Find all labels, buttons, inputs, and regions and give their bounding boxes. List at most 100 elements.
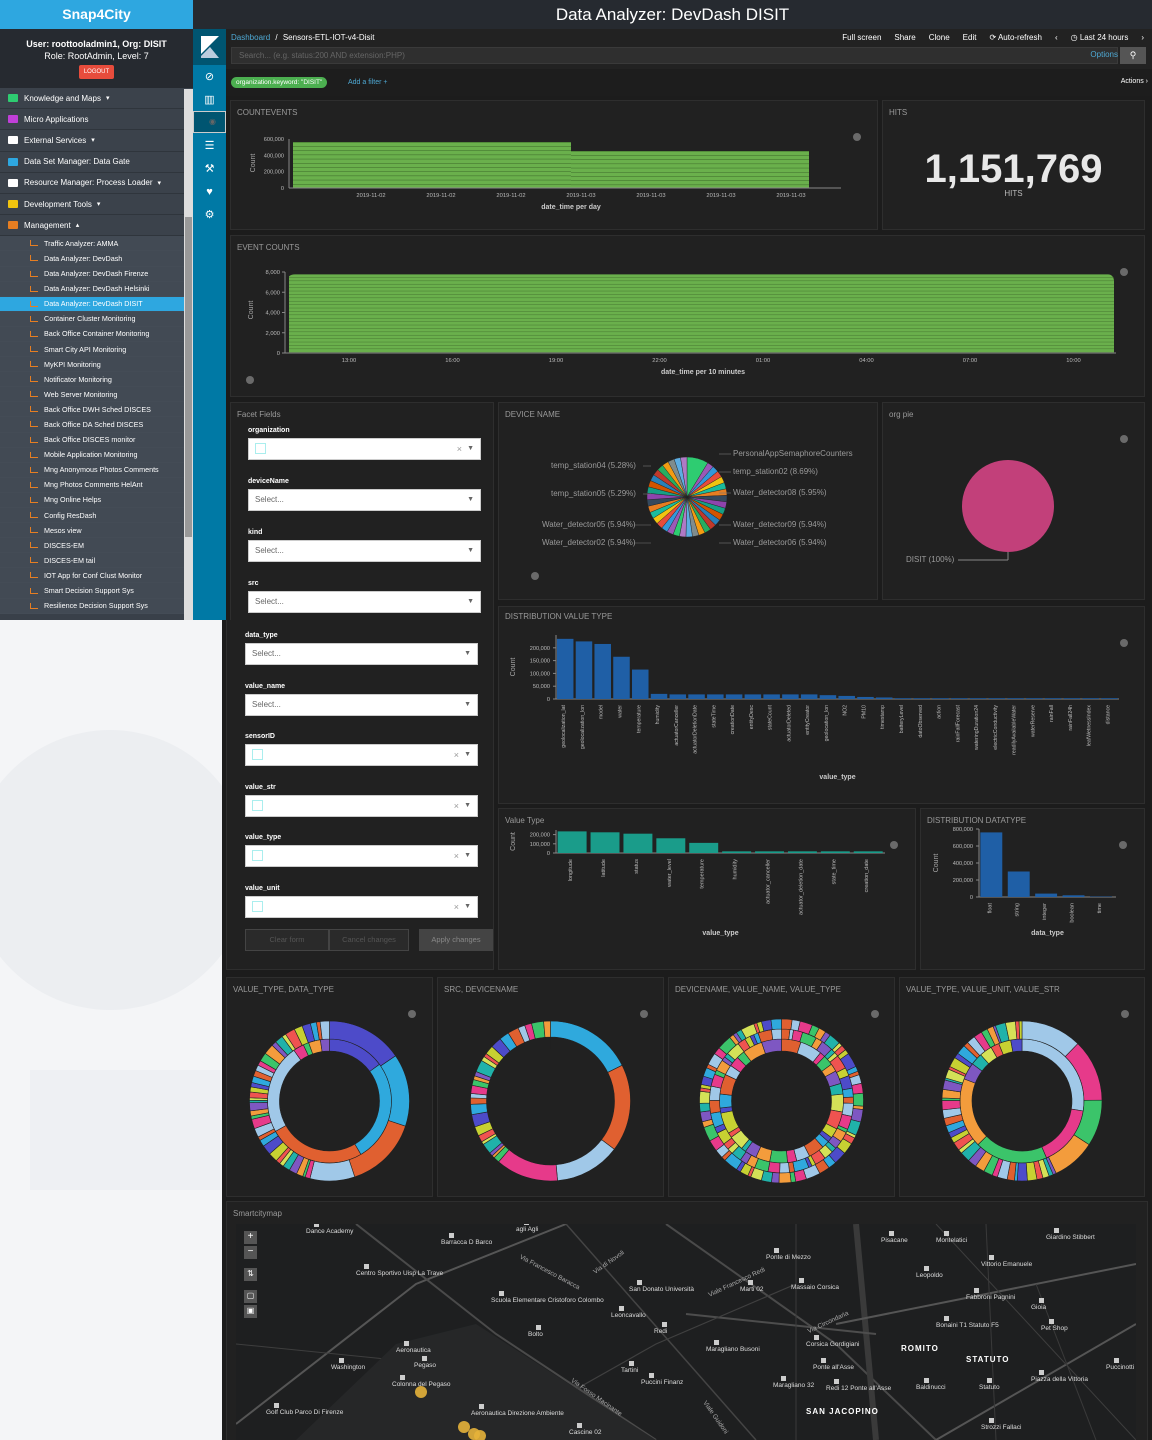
submenu-item[interactable]: Traffic Analyzer: AMMA bbox=[0, 236, 193, 252]
legend-toggle-icon[interactable] bbox=[1120, 639, 1128, 647]
brand-logo[interactable]: Snap4City bbox=[0, 0, 193, 29]
map-poi-label[interactable]: Marti 02 bbox=[740, 1286, 763, 1293]
sunburst-segment[interactable] bbox=[769, 1149, 788, 1164]
device-name-pie[interactable] bbox=[499, 403, 877, 599]
bar[interactable] bbox=[1007, 698, 1024, 699]
bar[interactable] bbox=[932, 698, 949, 699]
bus-stop-icon[interactable] bbox=[924, 1378, 929, 1383]
sunburst-segment[interactable] bbox=[719, 1093, 733, 1109]
zoom-in-button[interactable]: + bbox=[244, 1231, 257, 1244]
actions-menu[interactable]: Actions › bbox=[1121, 78, 1148, 85]
bar[interactable] bbox=[669, 694, 687, 699]
bar[interactable] bbox=[725, 694, 743, 699]
bar[interactable] bbox=[556, 638, 574, 699]
submenu-item[interactable]: Container Cluster Monitoring bbox=[0, 311, 193, 327]
bus-stop-icon[interactable] bbox=[799, 1278, 804, 1283]
sidebar-item[interactable]: Micro Applications bbox=[0, 109, 193, 131]
bus-stop-icon[interactable] bbox=[781, 1376, 786, 1381]
submenu-item[interactable]: Back Office DISCES monitor bbox=[0, 432, 193, 448]
bus-stop-icon[interactable] bbox=[1039, 1298, 1044, 1303]
bus-stop-icon[interactable] bbox=[714, 1340, 719, 1345]
sunburst-segment[interactable] bbox=[498, 1149, 558, 1182]
map-poi-label[interactable]: Bolto bbox=[528, 1331, 543, 1338]
submenu-item[interactable]: Data Analyzer: DevDash bbox=[0, 251, 193, 267]
dashboard-icon[interactable]: ◉ bbox=[193, 111, 226, 133]
heart-monitor-icon[interactable]: ♥ bbox=[193, 180, 226, 203]
bar[interactable] bbox=[782, 694, 799, 699]
options-link[interactable]: Options bbox=[1090, 50, 1118, 59]
sunburst-segment[interactable] bbox=[555, 1139, 615, 1182]
bar[interactable] bbox=[688, 694, 705, 699]
sunburst-segment[interactable] bbox=[1016, 1162, 1028, 1182]
clear-icon[interactable]: × bbox=[454, 745, 459, 765]
sunburst-segment[interactable] bbox=[550, 1020, 623, 1073]
facet-select[interactable]: × ▼ bbox=[245, 845, 478, 868]
legend-toggle-icon[interactable] bbox=[871, 1010, 879, 1018]
bus-stop-icon[interactable] bbox=[774, 1248, 779, 1253]
bar[interactable] bbox=[575, 641, 593, 699]
bus-stop-icon[interactable] bbox=[944, 1316, 949, 1321]
map-poi-label[interactable]: Colonna del Pegaso bbox=[392, 1381, 451, 1388]
map-poi-label[interactable]: Gioia bbox=[1031, 1304, 1046, 1311]
map-poi-label[interactable]: Maragliano Busoni bbox=[706, 1346, 760, 1353]
search-input[interactable]: Search... (e.g. status:200 AND extension… bbox=[231, 47, 1118, 64]
map-tool-icon[interactable]: ⇅ bbox=[244, 1268, 257, 1281]
area[interactable] bbox=[289, 274, 1114, 353]
map-poi-label[interactable]: Golf Club Parco Di Firenze bbox=[266, 1409, 343, 1416]
sunburst-segment[interactable] bbox=[771, 1028, 782, 1040]
sunburst-segment[interactable] bbox=[843, 1096, 854, 1104]
zoom-out-button[interactable]: − bbox=[244, 1246, 257, 1259]
map-poi-label[interactable]: Cascine 02 bbox=[569, 1429, 602, 1436]
bus-stop-icon[interactable] bbox=[314, 1224, 319, 1227]
map-poi-label[interactable]: Leoncavallo bbox=[611, 1312, 646, 1319]
submenu-item[interactable]: Back Office Container Monitoring bbox=[0, 326, 193, 342]
map-poi-label[interactable]: Leopoldo bbox=[916, 1272, 943, 1279]
sunburst-segment[interactable] bbox=[319, 1038, 330, 1052]
bar[interactable] bbox=[988, 698, 1006, 699]
bar[interactable] bbox=[1082, 698, 1099, 699]
legend-toggle-icon[interactable] bbox=[890, 841, 898, 849]
clear-icon[interactable]: × bbox=[454, 796, 459, 816]
cancel-button[interactable]: Cancel changes bbox=[329, 929, 409, 951]
logout-button[interactable]: LOGOUT bbox=[78, 65, 115, 79]
sunburst-segment[interactable] bbox=[543, 1020, 551, 1038]
apply-button[interactable]: Apply changes bbox=[419, 929, 493, 951]
bus-stop-icon[interactable] bbox=[422, 1356, 427, 1361]
bus-stop-icon[interactable] bbox=[924, 1266, 929, 1271]
bar[interactable] bbox=[951, 698, 968, 699]
map-poi-label[interactable]: Aeronautica bbox=[396, 1347, 431, 1354]
submenu-item[interactable]: Back Office DWH Sched DISCES bbox=[0, 402, 193, 418]
facet-select[interactable]: Select... ▼ bbox=[248, 489, 481, 511]
submenu-item[interactable]: Mng Photos Comments HelAnt bbox=[0, 477, 193, 493]
bus-stop-icon[interactable] bbox=[944, 1231, 949, 1236]
clear-button[interactable]: Clear form bbox=[245, 929, 329, 951]
bar[interactable] bbox=[800, 694, 818, 699]
bus-stop-icon[interactable] bbox=[619, 1306, 624, 1311]
bar[interactable] bbox=[894, 698, 912, 699]
sunburst-segment[interactable] bbox=[470, 1097, 487, 1105]
devtools-list-icon[interactable]: ☰ bbox=[193, 134, 226, 157]
bar[interactable] bbox=[632, 669, 649, 699]
legend-toggle-icon[interactable] bbox=[246, 376, 254, 384]
legend-toggle-icon[interactable] bbox=[1120, 435, 1128, 443]
bar[interactable] bbox=[1007, 871, 1030, 898]
submenu-item[interactable]: Data Analyzer: DevDash DISIT bbox=[0, 296, 193, 312]
map-poi-label[interactable]: Dance Academy bbox=[306, 1228, 353, 1235]
sunburst-chart[interactable] bbox=[438, 978, 663, 1196]
sidebar-scrollbar[interactable] bbox=[184, 89, 193, 620]
map-tool-icon[interactable]: ▣ bbox=[244, 1305, 257, 1318]
map-poi-label[interactable]: Pegaso bbox=[414, 1362, 436, 1369]
map-poi-label[interactable]: Bonaini T1 Statuto F5 bbox=[936, 1322, 999, 1329]
bar[interactable] bbox=[689, 842, 719, 853]
sunburst-segment[interactable] bbox=[699, 1102, 711, 1113]
bar[interactable] bbox=[853, 851, 883, 853]
map-tool-icon[interactable]: ▢ bbox=[244, 1290, 257, 1303]
bus-stop-icon[interactable] bbox=[479, 1404, 484, 1409]
submenu-item[interactable]: Notificator Monitoring bbox=[0, 372, 193, 388]
submenu-item[interactable]: Mng Anonymous Photos Comments bbox=[0, 462, 193, 478]
submenu-item[interactable]: MyKPI Monitoring bbox=[0, 357, 193, 373]
topnav-link[interactable]: Share bbox=[894, 33, 915, 42]
map-poi-label[interactable]: agli Agli bbox=[516, 1226, 538, 1233]
facet-select[interactable]: Select... ▼ bbox=[248, 540, 481, 562]
submenu-item[interactable]: Mobile Application Monitoring bbox=[0, 447, 193, 463]
